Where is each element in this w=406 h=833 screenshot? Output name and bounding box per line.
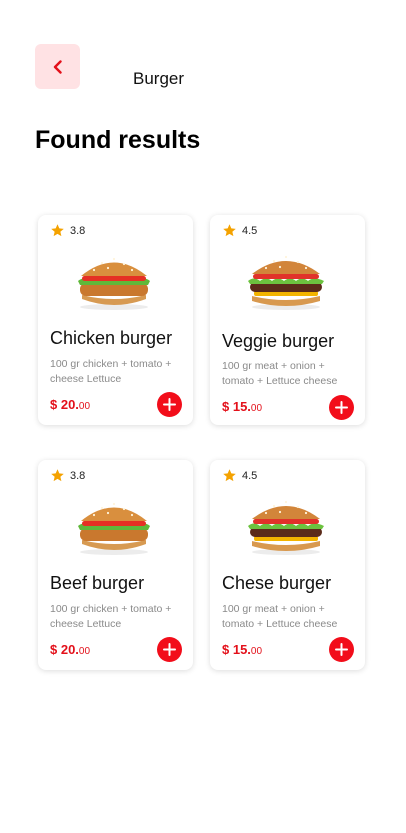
burger-image [72, 490, 156, 556]
product-card-veggie-burger[interactable]: 4.5 Veggie burger 100 gr meat + onion + … [210, 215, 365, 425]
rating-value: 4.5 [242, 469, 258, 482]
product-name: Beef burger [50, 573, 145, 593]
product-description: 100 gr chicken + tomato + cheese Lettuce [50, 358, 172, 385]
burger-image [244, 490, 328, 556]
star-icon [51, 469, 64, 482]
add-to-cart-button[interactable] [329, 395, 354, 420]
star-icon [223, 469, 236, 482]
product-price: $ 20.00 [50, 642, 91, 657]
burger-image [72, 245, 156, 311]
back-button[interactable] [35, 44, 80, 89]
page-title: Burger [133, 69, 185, 88]
rating-value: 4.5 [242, 224, 258, 237]
rating: 4.5 [222, 223, 257, 238]
product-card-beef-burger[interactable]: 3.8 Beef burger 100 gr chicken + tomato … [38, 460, 193, 670]
product-price: $ 20.00 [50, 397, 91, 412]
plus-icon [163, 643, 176, 656]
star-icon [51, 224, 64, 237]
add-to-cart-button[interactable] [157, 392, 182, 417]
plus-icon [163, 398, 176, 411]
plus-icon [335, 401, 348, 414]
add-to-cart-button[interactable] [157, 637, 182, 662]
product-card-chese-burger[interactable]: 4.5 Chese burger 100 gr meat + onion + t… [210, 460, 365, 670]
product-description: 100 gr meat + onion + tomato + Lettuce c… [222, 360, 338, 387]
product-description: 100 gr meat + onion + tomato + Lettuce c… [222, 603, 338, 630]
section-title: Found results [35, 126, 201, 154]
rating: 4.5 [222, 468, 257, 483]
product-name: Veggie burger [222, 331, 335, 351]
plus-icon [335, 643, 348, 656]
product-card-chicken-burger[interactable]: 3.8 Chicken burger 100 gr chicken + toma… [38, 215, 193, 425]
product-name: Chicken burger [50, 328, 173, 348]
product-price: $ 15.00 [222, 642, 263, 657]
product-description: 100 gr chicken + tomato + cheese Lettuce [50, 603, 172, 630]
rating-value: 3.8 [70, 224, 86, 237]
rating: 3.8 [50, 468, 85, 483]
burger-image [244, 245, 328, 311]
star-icon [223, 224, 236, 237]
rating-value: 3.8 [70, 469, 86, 482]
product-name: Chese burger [222, 573, 332, 593]
product-price: $ 15.00 [222, 399, 263, 414]
add-to-cart-button[interactable] [329, 637, 354, 662]
rating: 3.8 [50, 223, 85, 238]
chevron-left-icon [53, 59, 62, 74]
